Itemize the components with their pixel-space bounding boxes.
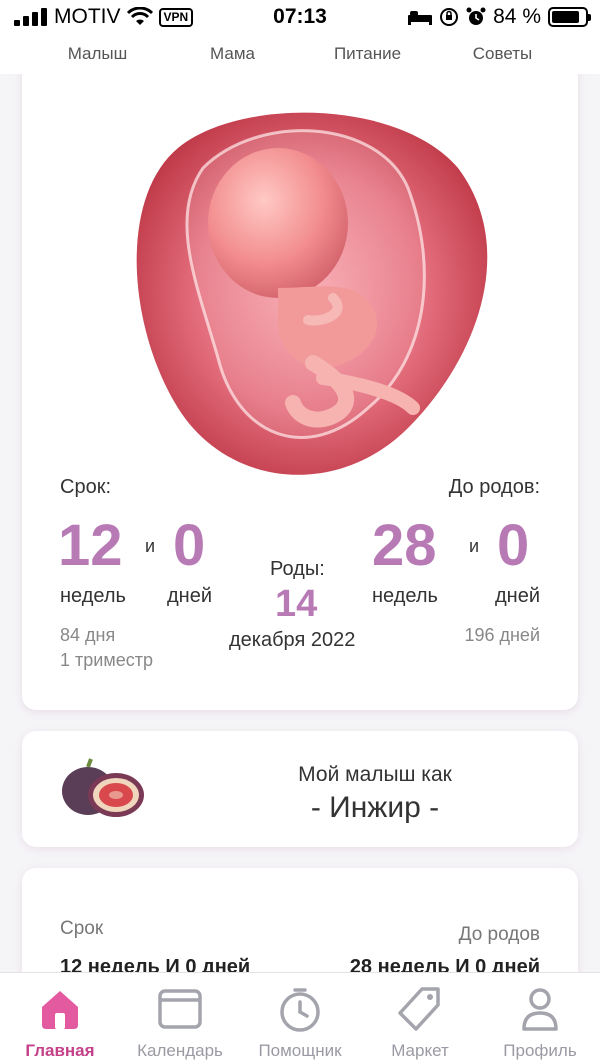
left-weeks-word: недель xyxy=(372,585,438,607)
birth-label: Роды: xyxy=(270,558,325,580)
left-total-days: 196 дней xyxy=(464,625,540,645)
term-total-days: 84 дня xyxy=(60,625,116,645)
term-days-word: дней xyxy=(167,585,213,607)
baby-size-card[interactable]: Мой малыш как - Инжир - xyxy=(22,731,578,847)
carrier-name: MOTIV xyxy=(54,5,121,28)
term-days-value: 0 xyxy=(173,513,206,578)
term-label: Срок: xyxy=(60,476,111,498)
term-and: и xyxy=(145,536,156,556)
signal-icon xyxy=(14,8,47,26)
nav-calendar-label: Календарь xyxy=(137,1041,223,1060)
status-bar: MOTIV VPN 07:13 84 % xyxy=(0,0,600,36)
term-weeks-word: недель xyxy=(60,585,126,607)
fig-icon xyxy=(62,758,144,817)
nav-assistant-label: Помощник xyxy=(258,1041,342,1060)
left-days-value: 0 xyxy=(497,513,530,578)
info-to-birth-label: До родов xyxy=(458,924,540,945)
vpn-badge: VPN xyxy=(158,7,194,27)
nav-market[interactable]: Маркет xyxy=(360,973,480,1063)
info-term-label: Срок xyxy=(60,918,104,939)
birth-day: 14 xyxy=(275,583,318,625)
left-and: и xyxy=(469,536,480,556)
tab-nutrition[interactable]: Питание xyxy=(308,36,428,74)
tab-mom[interactable]: Мама xyxy=(173,36,293,74)
stopwatch-icon xyxy=(280,988,320,1032)
wifi-icon xyxy=(126,7,153,25)
birth-month-year: декабря 2022 xyxy=(229,629,356,651)
trimester: 1 триместр xyxy=(60,650,153,670)
nav-profile[interactable]: Профиль xyxy=(480,973,600,1063)
embryo-illustration xyxy=(108,108,494,484)
nav-assistant[interactable]: Помощник xyxy=(240,973,360,1063)
nav-market-label: Маркет xyxy=(391,1041,449,1060)
bed-icon xyxy=(408,11,433,25)
pregnancy-summary-card: Срок: До родов: 12 и 0 недель дней 84 дн… xyxy=(22,30,578,710)
battery-icon xyxy=(548,7,591,27)
alarm-icon xyxy=(466,7,486,25)
section-tabs: Малыш Мама Питание Советы xyxy=(0,36,600,74)
nav-home-label: Главная xyxy=(25,1041,95,1060)
home-icon xyxy=(42,991,78,1029)
tab-baby[interactable]: Малыш xyxy=(38,36,158,74)
nav-calendar[interactable]: Календарь xyxy=(120,973,240,1063)
bottom-navigation: Главная Календарь Помощник Маркет Профил… xyxy=(0,972,600,1063)
baby-size-fruit: - Инжир - xyxy=(310,791,440,824)
orientation-lock-icon xyxy=(440,8,459,26)
tag-icon xyxy=(398,987,440,1031)
tab-tips[interactable]: Советы xyxy=(443,36,563,74)
term-weeks-value: 12 xyxy=(58,513,123,578)
battery-percent: 84 % xyxy=(493,5,541,28)
left-days-word: дней xyxy=(494,585,540,607)
calendar-icon xyxy=(158,989,202,1029)
profile-icon xyxy=(522,988,558,1031)
left-weeks-value: 28 xyxy=(372,513,437,578)
nav-home[interactable]: Главная xyxy=(0,973,120,1063)
baby-size-caption: Мой малыш как xyxy=(298,763,452,786)
nav-profile-label: Профиль xyxy=(503,1041,577,1060)
to-birth-label: До родов: xyxy=(448,476,540,498)
